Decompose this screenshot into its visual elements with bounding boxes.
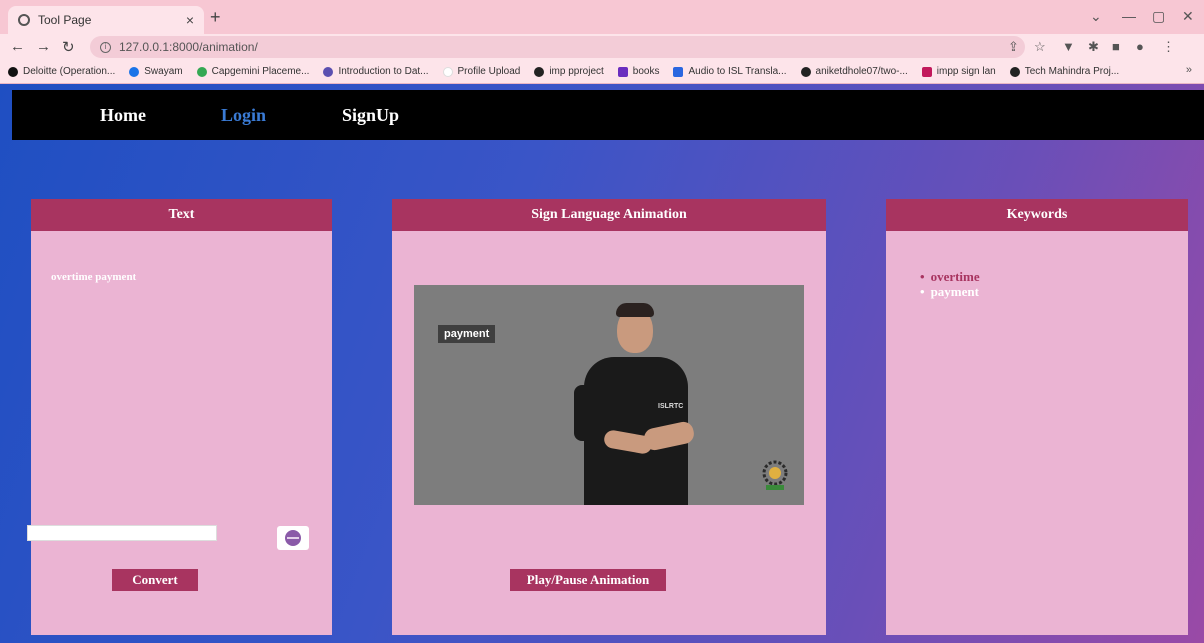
bookmark-item[interactable]: impp sign lan: [921, 66, 996, 77]
maximize-icon[interactable]: ▢: [1152, 8, 1165, 25]
bookmark-item[interactable]: Deloitte (Operation...: [8, 66, 115, 77]
keywords-card: Keywords overtime payment: [886, 199, 1188, 635]
signer-arm: [574, 385, 598, 441]
new-tab-button[interactable]: +: [210, 7, 221, 28]
nav-login-link[interactable]: Login: [221, 105, 266, 126]
keyword-item: payment: [920, 284, 980, 299]
profile-avatar-icon[interactable]: ●: [1136, 39, 1144, 54]
bookmark-icon: [617, 66, 628, 77]
text-input[interactable]: [27, 525, 217, 541]
github-icon: [800, 66, 811, 77]
github-icon: [534, 66, 545, 77]
star-icon[interactable]: ☆: [1034, 39, 1046, 55]
nav-signup-link[interactable]: SignUp: [342, 105, 399, 126]
address-bar-row: ← → ↻ i 127.0.0.1:8000/animation/ ⇪ ☆ ▼ …: [0, 34, 1204, 60]
bookmark-item[interactable]: books: [617, 66, 659, 77]
forward-arrow-icon[interactable]: →: [36, 38, 51, 55]
convert-button[interactable]: Convert: [112, 569, 198, 591]
bookmark-item[interactable]: Tech Mahindra Proj...: [1009, 66, 1119, 77]
animation-card-title: Sign Language Animation: [392, 199, 826, 231]
microphone-icon: [285, 530, 301, 546]
window-close-icon[interactable]: ✕: [1182, 8, 1194, 25]
text-card: Text overtime payment Convert: [27, 199, 332, 635]
chevron-down-icon[interactable]: ⌄: [1090, 8, 1102, 25]
tab-title: Tool Page: [38, 13, 92, 27]
menu-kebab-icon[interactable]: ⋮: [1162, 39, 1175, 55]
bookmark-item[interactable]: Introduction to Dat...: [323, 66, 429, 77]
bookmark-icon: [323, 66, 334, 77]
text-content: overtime payment: [51, 271, 137, 283]
browser-tab[interactable]: Tool Page ×: [8, 6, 204, 34]
bookmark-item[interactable]: Audio to ISL Transla...: [673, 66, 787, 77]
url-input[interactable]: i 127.0.0.1:8000/animation/: [90, 36, 1025, 58]
bookmark-item[interactable]: Swayam: [129, 66, 183, 77]
bookmark-icon: [673, 66, 684, 77]
play-pause-button[interactable]: Play/Pause Animation: [510, 569, 666, 591]
microphone-button[interactable]: [277, 526, 309, 550]
sidebar-icon[interactable]: ■: [1112, 39, 1120, 54]
video-caption: payment: [438, 325, 496, 343]
reload-icon[interactable]: ↻: [62, 38, 75, 56]
bookmark-icon: [442, 66, 453, 77]
url-text: 127.0.0.1:8000/animation/: [119, 40, 258, 54]
minimize-icon[interactable]: —: [1122, 8, 1136, 24]
text-card-title: Text: [31, 199, 332, 231]
keywords-list: overtime payment: [920, 269, 980, 299]
bookmark-icon: [8, 66, 18, 77]
browser-tab-bar: Tool Page × + ⌄ — ▢ ✕: [0, 0, 1204, 34]
bookmark-icon: [196, 66, 207, 77]
animation-card: Sign Language Animation payment ISLRTC P…: [392, 199, 826, 635]
shirt-logo: ISLRTC: [658, 403, 684, 410]
nav-home-link[interactable]: Home: [100, 105, 146, 126]
globe-icon: [18, 14, 30, 26]
extensions-icon[interactable]: ✱: [1088, 39, 1099, 55]
bookmark-item[interactable]: imp pproject: [534, 66, 604, 77]
back-arrow-icon[interactable]: ←: [10, 38, 25, 55]
sign-video-player[interactable]: payment ISLRTC: [414, 285, 804, 505]
bookmark-icon: [921, 66, 932, 77]
more-bookmarks-icon[interactable]: »: [1186, 64, 1192, 76]
page-body: Home Login SignUp Text overtime payment …: [0, 84, 1204, 643]
bookmark-item[interactable]: Capgemini Placeme...: [196, 66, 309, 77]
signer-hair: [616, 303, 654, 317]
bookmark-icon: [129, 66, 140, 77]
top-navbar: Home Login SignUp: [12, 90, 1204, 140]
github-icon: [1009, 66, 1020, 77]
filter-icon[interactable]: ▼: [1062, 39, 1075, 54]
info-icon[interactable]: i: [100, 41, 111, 53]
keyword-item: overtime: [920, 269, 980, 284]
bookmark-item[interactable]: Profile Upload: [442, 66, 520, 77]
bookmarks-bar: Deloitte (Operation... Swayam Capgemini …: [0, 60, 1204, 84]
emblem-logo-icon: [762, 460, 788, 490]
share-icon[interactable]: ⇪: [1008, 39, 1019, 55]
close-icon[interactable]: ×: [186, 12, 194, 28]
bookmark-item[interactable]: aniketdhole07/two-...: [800, 66, 908, 77]
keywords-card-title: Keywords: [886, 199, 1188, 231]
